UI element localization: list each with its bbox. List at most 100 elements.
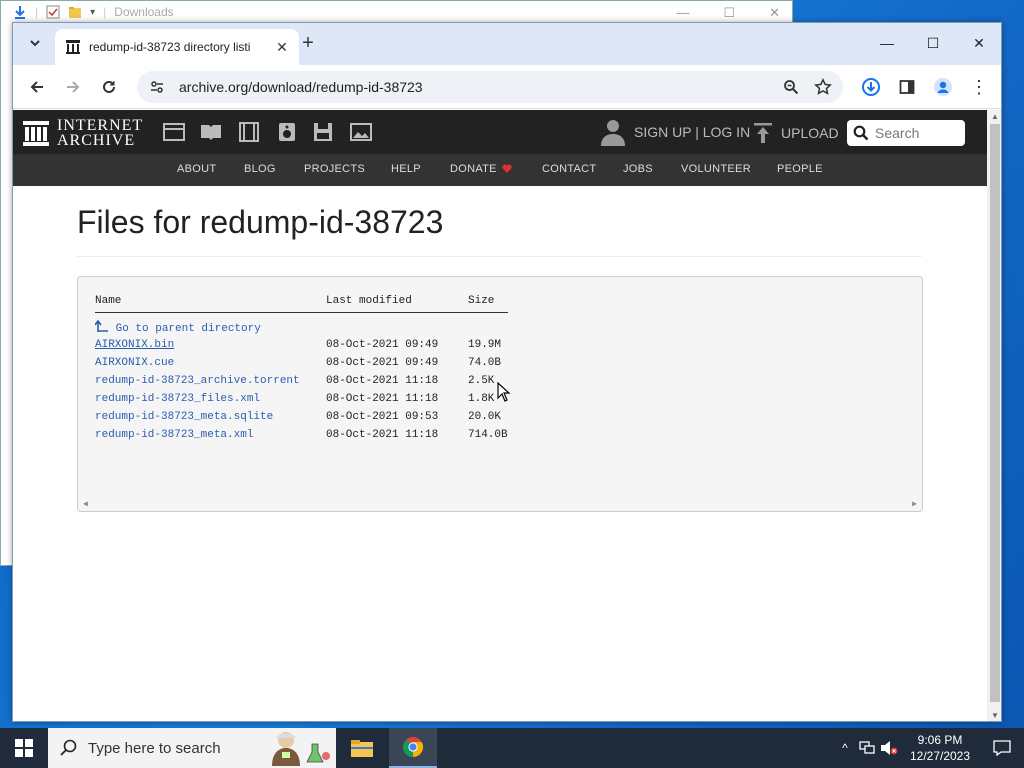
search-highlight-illustration-icon (272, 732, 330, 766)
column-header-modified[interactable]: Last modified (326, 295, 468, 313)
upload-icon[interactable] (754, 123, 772, 143)
notification-icon (993, 740, 1011, 756)
file-link[interactable]: redump-id-38723_archive.torrent (95, 375, 300, 387)
bookmark-star-icon[interactable] (811, 75, 835, 99)
nav-volunteer[interactable]: VOLUNTEER (681, 163, 751, 175)
page-scrollbar[interactable]: ▲ ▼ (987, 110, 1001, 721)
site-info-icon[interactable] (145, 75, 169, 99)
ia-search-input[interactable] (875, 125, 955, 141)
maximize-icon[interactable]: ☐ (723, 5, 735, 21)
divider (77, 256, 922, 257)
tab-search-button[interactable] (25, 33, 45, 53)
file-link[interactable]: redump-id-38723_files.xml (95, 393, 260, 405)
scroll-up-icon[interactable]: ▲ (990, 112, 1000, 122)
nav-contact[interactable]: CONTACT (542, 163, 596, 175)
minimize-button[interactable]: — (877, 33, 897, 53)
page-title: Files for redump-id-38723 (77, 204, 444, 240)
forward-button[interactable] (61, 75, 85, 99)
column-header-name[interactable]: Name (95, 295, 326, 313)
windows-logo-icon (15, 739, 33, 757)
nav-donate[interactable]: DONATE (450, 163, 512, 175)
web-icon[interactable] (163, 122, 185, 142)
search-icon (853, 125, 869, 141)
properties-check-icon[interactable] (46, 5, 60, 19)
file-modified: 08-Oct-2021 09:53 (326, 411, 439, 423)
images-icon[interactable] (350, 122, 372, 142)
parent-directory-link[interactable]: Go to parent directory (94, 319, 261, 335)
browser-tab[interactable]: redump-id-38723 directory listi ✕ (55, 29, 299, 65)
side-panel-button[interactable] (895, 75, 919, 99)
nav-about[interactable]: ABOUT (177, 163, 216, 175)
zoom-icon[interactable] (779, 75, 803, 99)
url-text[interactable]: archive.org/download/redump-id-38723 (179, 79, 779, 95)
folder-icon (351, 740, 373, 757)
address-bar[interactable]: archive.org/download/redump-id-38723 (137, 71, 843, 103)
chevron-up-icon[interactable]: ^ (834, 728, 856, 768)
upload-link[interactable]: UPLOAD (781, 125, 839, 141)
archive-temple-icon (23, 121, 49, 146)
minimize-icon[interactable]: — (676, 5, 689, 21)
file-link[interactable]: AIRXONIX.cue (95, 357, 174, 369)
taskbar-search[interactable]: Type here to search (48, 728, 336, 768)
parent-link-label: Go to parent directory (115, 322, 261, 335)
up-arrow-icon (94, 319, 108, 332)
network-icon[interactable] (856, 728, 878, 768)
notification-button[interactable] (980, 728, 1024, 768)
scroll-left-icon[interactable]: ◀ (83, 499, 88, 509)
file-link[interactable]: redump-id-38723_meta.sqlite (95, 411, 273, 423)
browser-window: redump-id-38723 directory listi ✕ + — ☐ … (12, 22, 1002, 722)
nav-jobs[interactable]: JOBS (623, 163, 653, 175)
scroll-down-icon[interactable]: ▼ (990, 711, 1000, 721)
audio-icon[interactable] (276, 122, 298, 142)
explorer-titlebar[interactable]: | ▾ | Downloads (1, 1, 792, 23)
signup-login-link[interactable]: SIGN UP | LOG IN (634, 124, 750, 140)
scrollbar-thumb[interactable] (990, 124, 1000, 702)
file-link[interactable]: AIRXONIX.bin (95, 339, 174, 351)
scroll-right-icon[interactable]: ▶ (912, 499, 917, 509)
folder-icon[interactable] (68, 5, 82, 19)
ia-search-box[interactable] (847, 120, 965, 146)
nav-blog[interactable]: BLOG (244, 163, 276, 175)
software-icon[interactable] (312, 122, 334, 142)
nav-people[interactable]: PEOPLE (777, 163, 823, 175)
file-link[interactable]: redump-id-38723_meta.xml (95, 429, 253, 441)
close-icon[interactable]: ✕ (769, 5, 780, 21)
tab-title: redump-id-38723 directory listi (89, 40, 251, 54)
user-icon[interactable] (600, 118, 626, 146)
ia-logo[interactable]: INTERNET ARCHIVE (23, 117, 144, 149)
tab-close-icon[interactable]: ✕ (275, 39, 289, 56)
nav-donate-label: DONATE (450, 163, 497, 175)
logo-line-1: INTERNET (57, 117, 144, 134)
logo-line-2: ARCHIVE (57, 132, 136, 149)
reload-button[interactable] (97, 75, 121, 99)
explorer-title: Downloads (114, 5, 174, 19)
new-tab-button[interactable]: + (297, 33, 319, 55)
menu-button[interactable]: ⋮ (967, 75, 991, 99)
back-button[interactable] (25, 75, 49, 99)
page-viewport: INTERNET ARCHIVE SIGN UP | LOG IN UPLOAD… (13, 110, 987, 721)
divider: | (103, 5, 107, 19)
file-modified: 08-Oct-2021 11:18 (326, 375, 439, 387)
horizontal-scrollbar[interactable]: ◀ ▶ (78, 497, 922, 511)
downloads-button[interactable] (859, 75, 883, 99)
nav-help[interactable]: HELP (391, 163, 421, 175)
file-modified: 08-Oct-2021 09:49 (326, 357, 439, 369)
tab-strip: redump-id-38723 directory listi ✕ + — ☐ … (13, 23, 1001, 65)
video-icon[interactable] (238, 122, 260, 142)
taskbar-search-placeholder: Type here to search (88, 739, 221, 757)
close-button[interactable]: ✕ (969, 33, 989, 53)
taskbar-file-explorer[interactable] (338, 728, 386, 768)
nav-projects[interactable]: PROJECTS (304, 163, 365, 175)
clock[interactable]: 9:06 PM 12/27/2023 (900, 732, 980, 764)
column-header-size[interactable]: Size (468, 295, 508, 313)
maximize-button[interactable]: ☐ (923, 33, 943, 53)
taskbar-chrome[interactable] (389, 728, 437, 768)
side-panel-icon (899, 80, 915, 94)
archive-favicon-icon (65, 39, 81, 55)
start-button[interactable] (0, 728, 48, 768)
chevron-down-icon[interactable]: ▾ (90, 7, 95, 18)
table-row: AIRXONIX.cue 08-Oct-2021 09:49 74.0B (95, 354, 508, 372)
volume-muted-icon[interactable] (878, 728, 900, 768)
texts-icon[interactable] (200, 122, 222, 142)
profile-button[interactable] (931, 75, 955, 99)
